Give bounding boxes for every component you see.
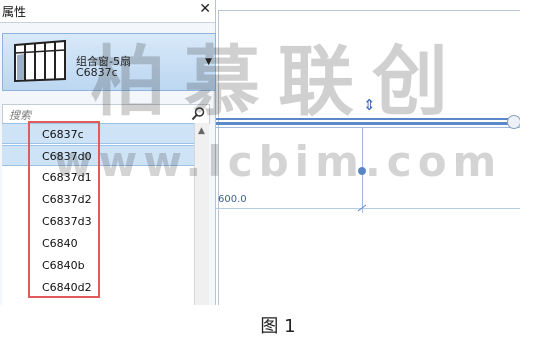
list-item[interactable]: C6837d2 [2,189,194,210]
panel-title: 属性 [2,5,27,19]
close-icon[interactable]: ✕ [199,1,211,17]
watermark-url: www.lcbim.com [53,137,503,186]
dimension-value: 600.0 [218,194,247,205]
list-item[interactable]: C6840d2 [2,277,194,298]
watermark-logo-text: 柏慕联创 [90,37,466,126]
list-item[interactable]: C6840 [2,233,194,254]
list-item[interactable]: C6840b [2,255,194,276]
figure-caption: 图 1 [260,316,296,337]
dimension-line [216,208,520,209]
list-item[interactable]: C6837d3 [2,211,194,232]
dimension-tick [357,204,367,212]
